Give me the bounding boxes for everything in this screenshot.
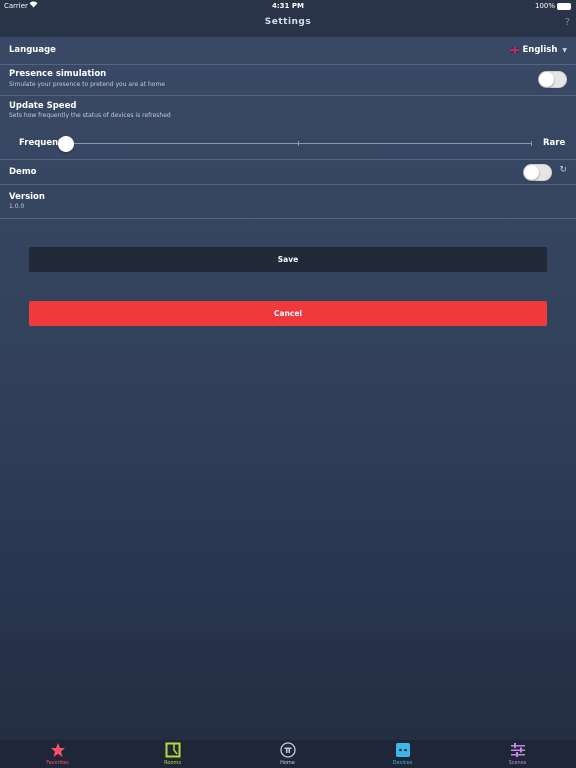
tab-bar: Favorites Rooms Home Devices Scenes: [0, 740, 576, 768]
tab-label: Devices: [392, 760, 413, 766]
tab-home[interactable]: Home: [230, 740, 345, 768]
presence-simulation-description: Simulate your presence to pretend you ar…: [9, 81, 165, 88]
navigation-bar: Settings ?: [0, 13, 576, 37]
cancel-button[interactable]: Cancel: [29, 301, 547, 326]
slider-tick: [298, 141, 299, 146]
tab-scenes[interactable]: Scenes: [460, 740, 575, 768]
tab-label: Favorites: [46, 760, 69, 766]
presence-simulation-label: Presence simulation: [9, 69, 107, 79]
update-speed-description: Sets how frequently the status of device…: [9, 112, 171, 119]
update-speed-label: Update Speed: [9, 101, 77, 111]
slider-max-label: Rare: [543, 138, 566, 148]
version-label: Version: [9, 192, 45, 202]
refresh-icon[interactable]: ↻: [559, 165, 567, 175]
chevron-down-icon: ▼: [562, 46, 567, 54]
tab-favorites[interactable]: Favorites: [0, 740, 115, 768]
status-time: 4:31 PM: [272, 2, 304, 10]
update-speed-slider-track[interactable]: [66, 143, 532, 144]
presence-simulation-row: Presence simulation Simulate your presen…: [0, 65, 576, 96]
sliders-icon: [510, 742, 526, 762]
toggle-knob: [524, 165, 539, 180]
tab-rooms[interactable]: Rooms: [115, 740, 230, 768]
room-icon: [165, 742, 181, 762]
save-button[interactable]: Save: [29, 247, 547, 272]
demo-label: Demo: [9, 167, 37, 177]
home-logo-icon: [279, 742, 296, 762]
version-value: 1.0.0: [9, 203, 25, 210]
tab-label: Rooms: [164, 760, 181, 766]
help-button[interactable]: ?: [565, 17, 570, 28]
tab-label: Scenes: [508, 760, 527, 766]
demo-row: Demo: [0, 160, 576, 185]
presence-simulation-toggle[interactable]: [538, 71, 567, 88]
uk-flag-icon: [510, 47, 520, 53]
device-icon: [395, 742, 411, 762]
demo-toggle[interactable]: [523, 164, 552, 181]
update-speed-slider-thumb[interactable]: [58, 136, 74, 152]
toggle-knob: [539, 72, 554, 87]
battery-percent: 100%: [534, 2, 555, 10]
language-label: Language: [9, 45, 56, 55]
update-speed-row: Update Speed Sets how frequently the sta…: [0, 96, 576, 160]
version-row: Version 1.0.0: [0, 185, 576, 219]
battery-icon: [557, 3, 571, 10]
slider-min-label: Frequent: [19, 138, 63, 148]
status-bar: Carrier 4:31 PM 100%: [0, 0, 576, 13]
language-selector[interactable]: English ▼: [510, 45, 567, 55]
language-row[interactable]: Language English ▼: [0, 37, 576, 65]
language-value: English: [522, 45, 558, 55]
star-icon: [50, 742, 66, 762]
slider-tick: [531, 141, 532, 146]
tab-label: Home: [280, 760, 295, 766]
page-title: Settings: [264, 17, 312, 27]
tab-devices[interactable]: Devices: [345, 740, 460, 768]
